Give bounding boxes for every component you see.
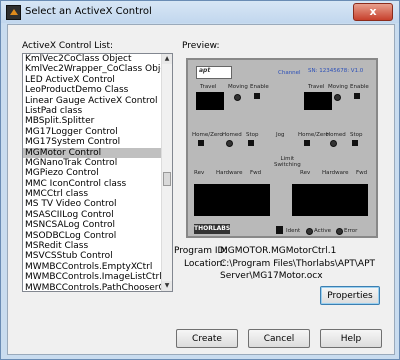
- preview-serial: SN: 12345678: V1.0: [308, 68, 364, 74]
- location-value-line2: Server\MG17Motor.ocx: [220, 271, 323, 281]
- list-item[interactable]: MGNanoTrak Control: [23, 158, 172, 168]
- preview-error: Error: [344, 228, 358, 234]
- preview-homed-left: Homed: [222, 132, 242, 138]
- preview-hardware-right: Hardware: [322, 170, 349, 176]
- preview-limit-switching: Limit Switching: [274, 156, 301, 168]
- list-item[interactable]: Linear Gauge ActiveX Control: [23, 96, 172, 106]
- location-label: Location:: [184, 259, 226, 269]
- preview-active: Active: [314, 228, 332, 234]
- matlab-icon: [6, 5, 21, 20]
- scroll-up-arrow-icon[interactable]: ▲: [162, 54, 172, 64]
- cancel-button[interactable]: Cancel: [248, 329, 310, 348]
- preview-stop-right: Stop: [350, 132, 363, 138]
- position-display-left: [194, 184, 270, 216]
- window-title: Select an ActiveX Control: [25, 6, 152, 17]
- help-button[interactable]: Help: [320, 329, 382, 348]
- ident-button: [276, 226, 283, 234]
- list-item[interactable]: KmlVec2Wrapper_CoClass Object: [23, 64, 172, 74]
- preview-stop-left: Stop: [246, 132, 259, 138]
- list-item[interactable]: MGPiezo Control: [23, 168, 172, 178]
- preview-fwd-left: Fwd: [250, 170, 262, 176]
- list-item[interactable]: MSVCSStub Control: [23, 251, 172, 261]
- activex-control-list[interactable]: KmlVec2CoClass Object KmlVec2Wrapper_CoCl…: [22, 53, 173, 292]
- list-item[interactable]: MSNCSALog Control: [23, 220, 172, 230]
- home-button-left: [198, 140, 204, 146]
- preview-home-left: Home/Zero: [192, 132, 223, 138]
- preview-label: Preview:: [182, 41, 220, 51]
- list-item[interactable]: MWMBCControls.PathChooserCtrl: [23, 283, 172, 291]
- preview-homed-right: Homed: [326, 132, 346, 138]
- stop-button-left: [248, 140, 254, 146]
- homed-led-left: [226, 140, 233, 147]
- preview-rev-left: Rev: [194, 170, 205, 176]
- preview-enable-left: Enable: [250, 84, 269, 90]
- program-id-value: MGMOTOR.MGMotorCtrl.1: [220, 246, 337, 256]
- preview-rev-right: Rev: [300, 170, 311, 176]
- list-item[interactable]: MG17Logger Control: [23, 127, 172, 137]
- list-item[interactable]: KmlVec2CoClass Object: [23, 54, 172, 64]
- travel-display-right: [304, 92, 332, 110]
- preview-travel-left: Travel: [200, 84, 217, 90]
- preview-home-right: Home/Zero: [298, 132, 329, 138]
- list-item[interactable]: MMC IconControl class: [23, 179, 172, 189]
- enable-button-left: [254, 93, 260, 99]
- preview-channel: Channel: [278, 70, 301, 76]
- list-item[interactable]: MGMotor Control: [23, 147, 172, 158]
- list-item[interactable]: MWMBCControls.EmptyXCtrl: [23, 262, 172, 272]
- scroll-thumb[interactable]: [163, 172, 171, 186]
- list-item[interactable]: MSASCIILog Control: [23, 210, 172, 220]
- list-item[interactable]: MS TV Video Control: [23, 199, 172, 209]
- enable-button-right: [354, 93, 360, 99]
- list-item[interactable]: LeoProductDemo Class: [23, 85, 172, 95]
- moving-led-left: [234, 94, 241, 101]
- error-led: [336, 228, 343, 235]
- stop-button-right: [352, 140, 358, 146]
- travel-display-left: [196, 92, 224, 110]
- homed-led-right: [330, 140, 337, 147]
- list-item[interactable]: MSODBCLog Control: [23, 231, 172, 241]
- preview-moving-left: Moving: [228, 84, 248, 90]
- list-item[interactable]: MWMBCControls.ImageListCtrl: [23, 272, 172, 282]
- preview-enable-right: Enable: [350, 84, 369, 90]
- list-items: KmlVec2CoClass Object KmlVec2Wrapper_CoCl…: [23, 54, 172, 291]
- control-list-label: ActiveX Control List:: [22, 41, 114, 51]
- preview-moving-right: Moving: [328, 84, 348, 90]
- position-display-right: [292, 184, 368, 216]
- list-item[interactable]: MSRedit Class: [23, 241, 172, 251]
- list-item[interactable]: MMCCtrl class: [23, 189, 172, 199]
- moving-led-right: [334, 94, 341, 101]
- control-preview: apt Channel SN: 12345678: V1.0 Travel Mo…: [186, 58, 378, 238]
- preview-fwd-right: Fwd: [356, 170, 368, 176]
- list-item[interactable]: MBSplit.Splitter: [23, 116, 172, 126]
- create-button[interactable]: Create: [176, 329, 238, 348]
- preview-jog: Jog: [276, 132, 285, 138]
- apt-logo: apt: [196, 66, 232, 79]
- close-button[interactable]: x: [353, 3, 393, 21]
- preview-travel-right: Travel: [308, 84, 325, 90]
- title-bar[interactable]: Select an ActiveX Control x: [1, 1, 399, 23]
- scroll-down-arrow-icon[interactable]: ▼: [162, 281, 172, 291]
- dialog-window: Select an ActiveX Control x ActiveX Cont…: [0, 0, 400, 360]
- preview-hardware-left: Hardware: [216, 170, 243, 176]
- list-item[interactable]: LED ActiveX Control: [23, 75, 172, 85]
- list-scrollbar[interactable]: ▲ ▼: [161, 54, 172, 291]
- active-led: [306, 228, 313, 235]
- list-item[interactable]: MG17System Control: [23, 137, 172, 147]
- dialog-body: ActiveX Control List: KmlVec2CoClass Obj…: [7, 24, 395, 355]
- location-value-line1: C:\Program Files\Thorlabs\APT\APT: [220, 259, 376, 269]
- home-button-right: [304, 140, 310, 146]
- preview-ident: Ident: [286, 228, 301, 234]
- thorlabs-logo: THORLABS: [194, 224, 231, 234]
- list-item[interactable]: ListPad class: [23, 106, 172, 116]
- properties-button[interactable]: Properties: [320, 286, 380, 305]
